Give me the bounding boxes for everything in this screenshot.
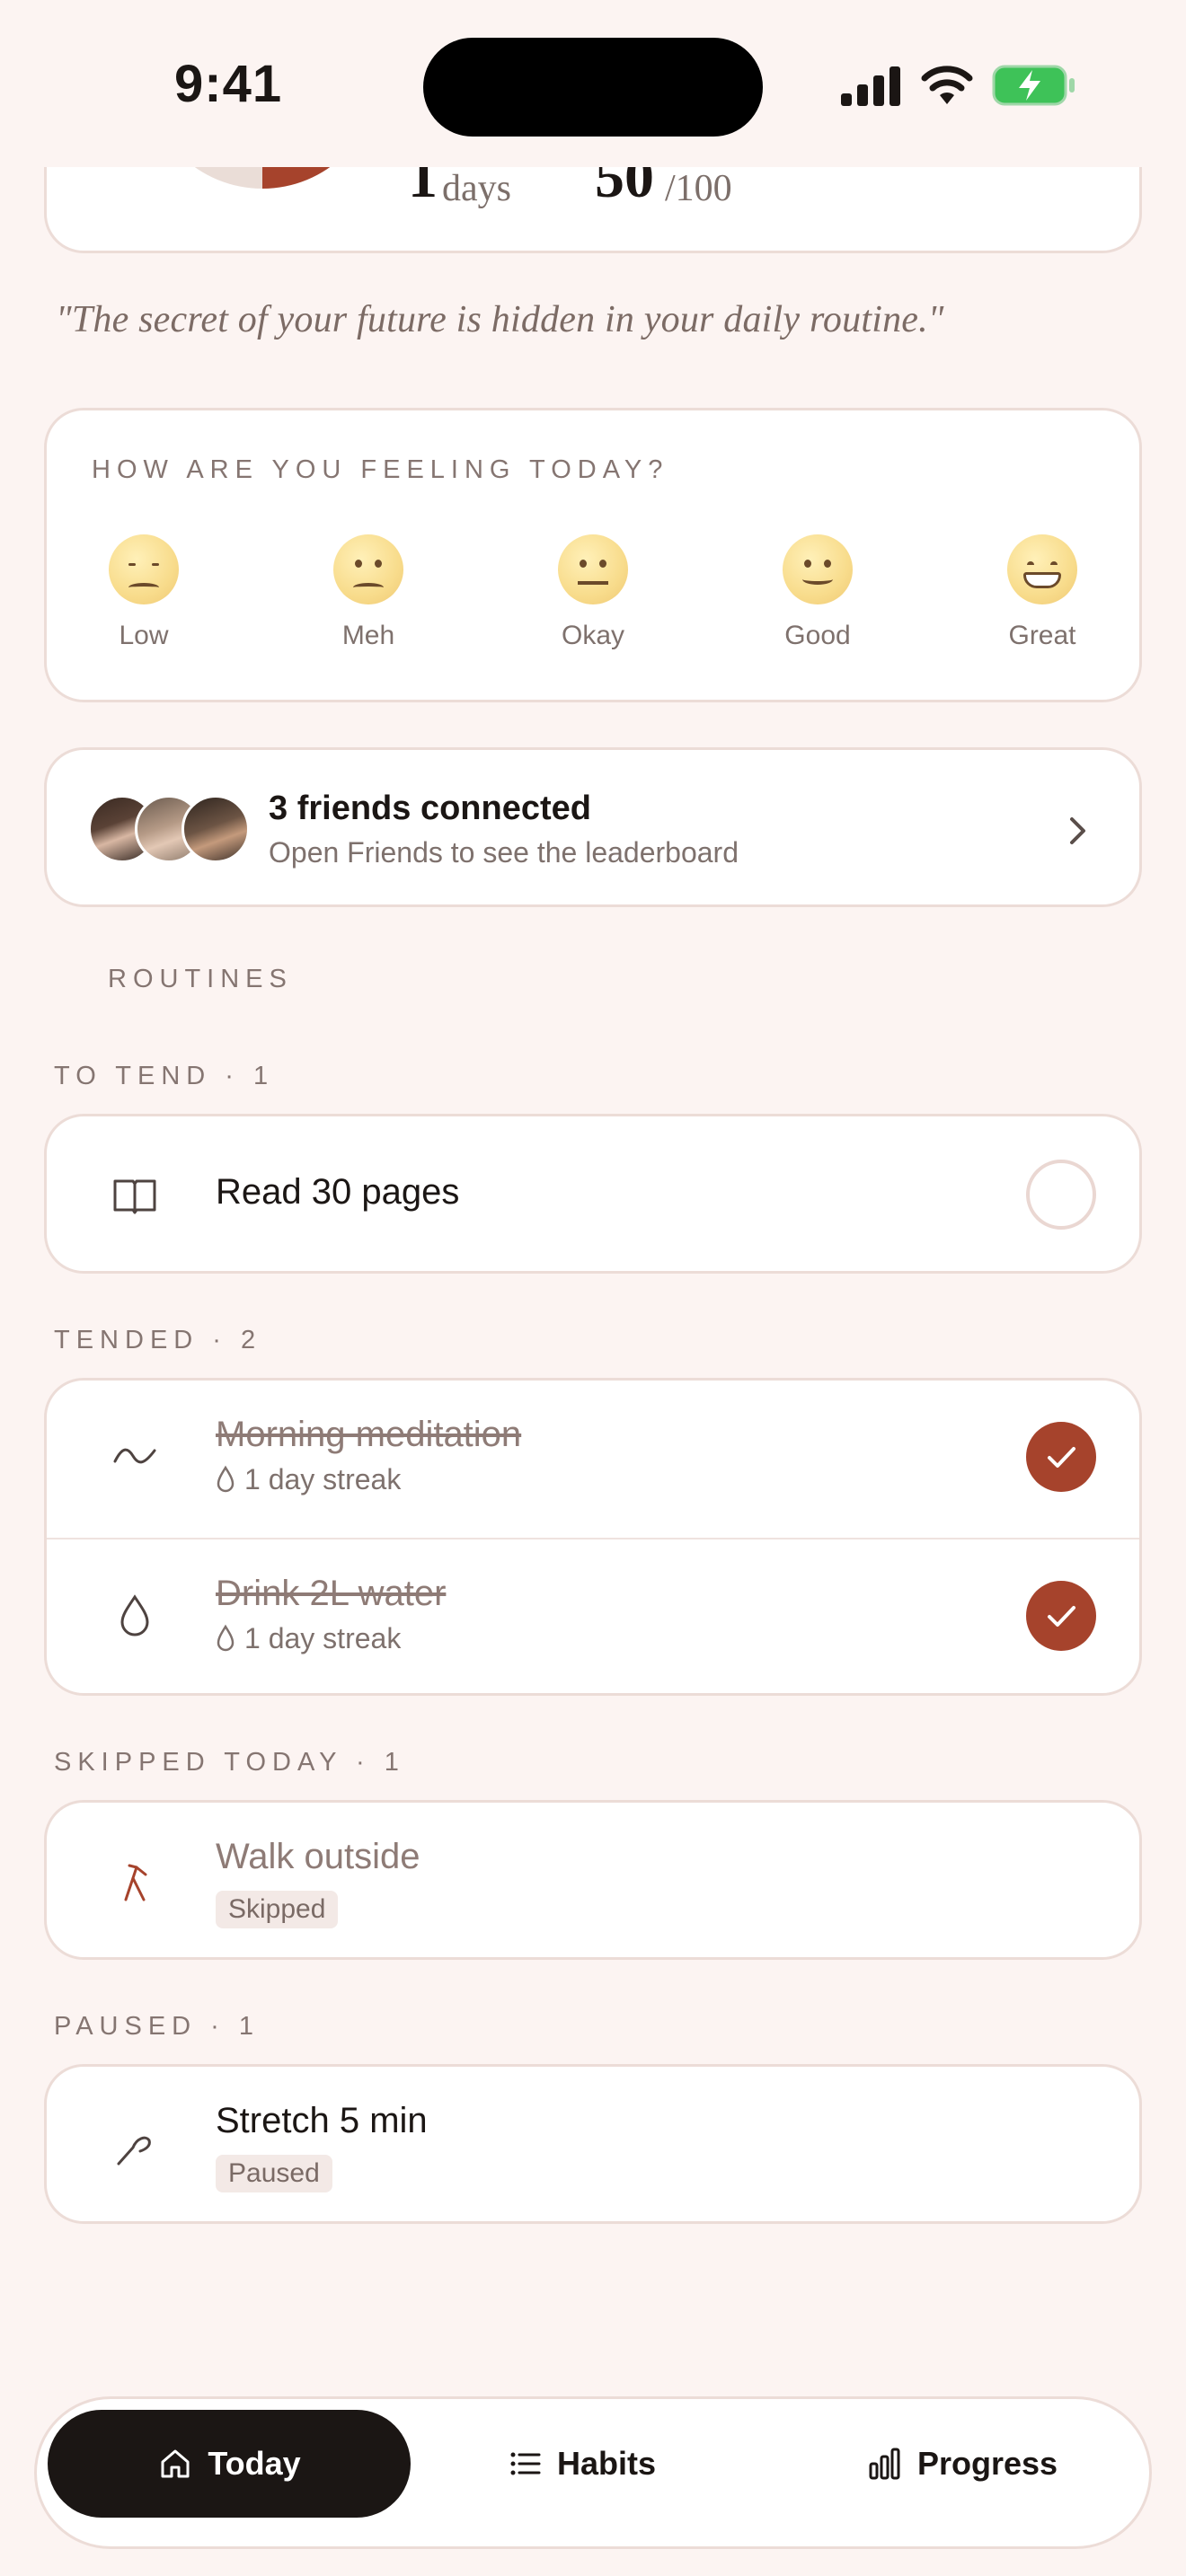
routines-heading: ROUTINES	[108, 965, 293, 993]
mood-label: Great	[1008, 621, 1076, 650]
mood-option-great[interactable]: Great	[970, 534, 1114, 651]
habit-row[interactable]: Walk outside Skipped	[44, 1800, 1142, 1960]
habit-row[interactable]: Drink 2L water 1 day streak	[47, 1539, 1139, 1698]
streak-text: 1 day streak	[244, 1622, 402, 1654]
tended-group: Morning meditation 1 day streak Drink 2L…	[44, 1378, 1142, 1696]
habit-row[interactable]: Morning meditation 1 day streak	[47, 1381, 1139, 1539]
grin-face-icon	[1007, 534, 1077, 604]
pensive-face-icon	[109, 534, 179, 604]
habit-row[interactable]: Read 30 pages	[44, 1114, 1142, 1274]
water-drop-icon	[217, 1624, 235, 1652]
habit-title: Drink 2L water	[216, 1574, 447, 1613]
tab-label: Habits	[556, 2445, 657, 2482]
friends-subtitle: Open Friends to see the leaderboard	[269, 836, 739, 869]
mood-option-low[interactable]: Low	[72, 534, 216, 651]
streak-text: 1 day streak	[244, 1463, 402, 1495]
stretch-icon	[117, 2136, 151, 2166]
bar-chart-icon	[869, 2448, 900, 2480]
habit-title: Walk outside	[216, 1837, 420, 1876]
status-time: 9:41	[174, 55, 283, 113]
tab-bar: Today Habits Progress	[34, 2396, 1152, 2549]
battery-charging-icon	[992, 65, 1075, 106]
smile-face-icon	[783, 534, 853, 604]
mood-option-okay[interactable]: Okay	[521, 534, 665, 651]
completed-checkbox[interactable]	[1026, 1581, 1096, 1651]
tab-label: Today	[208, 2445, 301, 2482]
mood-card: HOW ARE YOU FEELING TODAY? Low Meh Okay …	[44, 408, 1142, 702]
section-heading-to-tend: TO TEND · 1	[54, 1062, 275, 1090]
wave-icon	[113, 1448, 156, 1464]
complete-checkbox[interactable]	[1026, 1160, 1096, 1230]
habit-title: Morning meditation	[216, 1415, 522, 1454]
section-heading-tended: TENDED · 2	[54, 1326, 262, 1354]
habit-row[interactable]: Stretch 5 min Paused	[44, 2064, 1142, 2224]
checkmark-icon	[1048, 1447, 1075, 1468]
mood-option-meh[interactable]: Meh	[296, 534, 440, 651]
paused-badge: Paused	[216, 2155, 332, 2192]
habit-title: Stretch 5 min	[216, 2101, 428, 2140]
book-icon	[113, 1179, 156, 1214]
mood-label: Low	[119, 621, 169, 650]
habit-title: Read 30 pages	[216, 1172, 460, 1212]
friend-avatar	[181, 795, 250, 863]
neutral-face-icon	[558, 534, 628, 604]
water-drop-icon	[120, 1594, 149, 1636]
score-total: /100	[665, 168, 732, 209]
list-icon	[510, 2452, 541, 2475]
confused-face-icon	[333, 534, 403, 604]
water-drop-icon	[217, 1465, 235, 1493]
status-bar: 9:41	[0, 0, 1186, 167]
chevron-right-icon	[1070, 817, 1085, 844]
completed-checkbox[interactable]	[1026, 1422, 1096, 1492]
mood-heading: HOW ARE YOU FEELING TODAY?	[92, 455, 669, 484]
tab-label: Progress	[916, 2445, 1058, 2482]
dynamic-island	[423, 38, 763, 137]
walk-icon	[124, 1864, 147, 1901]
cellular-signal-icon	[841, 66, 900, 106]
daily-quote: "The secret of your future is hidden in …	[56, 299, 944, 340]
home-icon	[161, 2449, 190, 2478]
mood-label: Okay	[561, 621, 625, 650]
tab-today[interactable]: Today	[48, 2410, 411, 2518]
friends-title: 3 friends connected	[269, 790, 591, 827]
tab-progress[interactable]: Progress	[828, 2410, 1097, 2518]
section-heading-skipped: SKIPPED TODAY · 1	[54, 1748, 405, 1777]
mood-label: Good	[784, 621, 851, 650]
tab-habits[interactable]: Habits	[447, 2410, 716, 2518]
streak-unit: days	[442, 168, 511, 209]
friends-card[interactable]: 3 friends connected Open Friends to see …	[44, 747, 1142, 907]
mood-label: Meh	[341, 621, 395, 650]
checkmark-icon	[1048, 1606, 1075, 1627]
mood-option-good[interactable]: Good	[746, 534, 890, 651]
wifi-icon	[921, 66, 973, 104]
skipped-badge: Skipped	[216, 1891, 339, 1928]
section-heading-paused: PAUSED · 1	[54, 2012, 261, 2041]
